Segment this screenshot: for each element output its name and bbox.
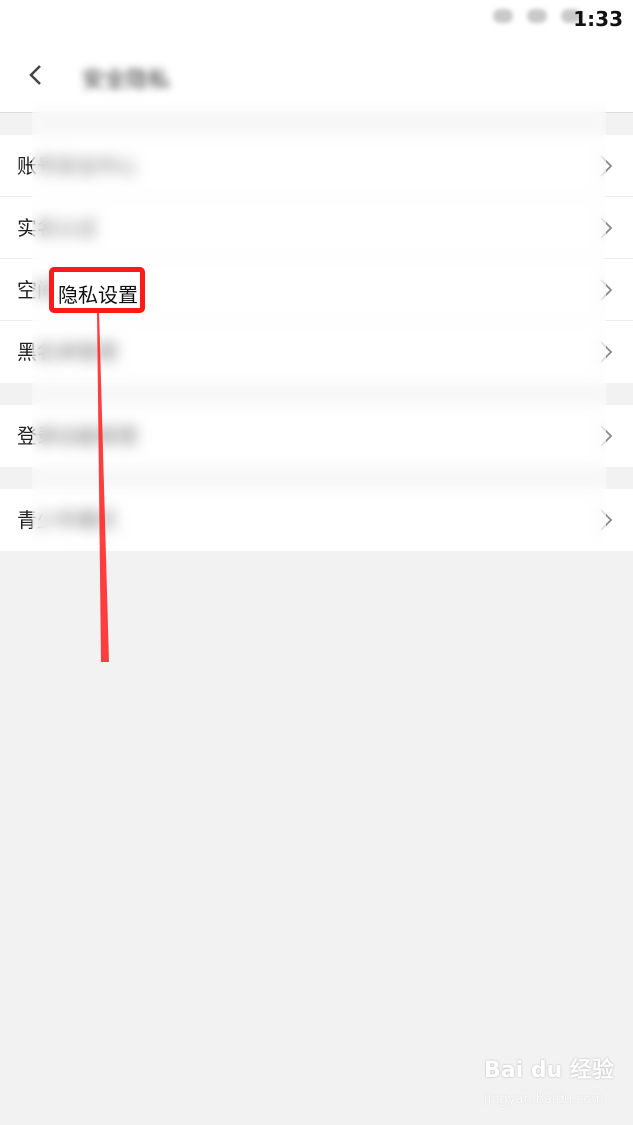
annotation-highlight-box: 隐私设置 bbox=[49, 267, 145, 313]
settings-item-label: 实名认证 bbox=[17, 216, 97, 240]
settings-item-account-security[interactable]: 账号安全中心 bbox=[0, 135, 633, 197]
status-icons bbox=[493, 9, 581, 23]
chevron-right-icon bbox=[600, 509, 613, 531]
wifi-icon bbox=[493, 9, 513, 23]
settings-group-account: 账号安全中心 实名认证 空间隐私设置 黑名单管理 bbox=[0, 135, 633, 383]
settings-item-blacklist[interactable]: 黑名单管理 bbox=[0, 321, 633, 383]
settings-item-label: 登录设备管理 bbox=[17, 424, 137, 448]
chevron-right-icon bbox=[600, 279, 613, 301]
back-arrow-icon[interactable] bbox=[22, 60, 52, 90]
watermark-logo-text: Bai du 经验 bbox=[484, 1058, 614, 1083]
chevron-right-icon bbox=[600, 425, 613, 447]
settings-item-youth-mode[interactable]: 青少年模式 bbox=[0, 489, 633, 551]
chevron-right-icon bbox=[600, 341, 613, 363]
baidu-watermark: Bai du 经验 jingyan.baidu.com bbox=[484, 1052, 624, 1112]
annotation-highlight-text: 隐私设置 bbox=[58, 283, 138, 307]
app-header: 安全隐私 bbox=[0, 40, 633, 113]
chevron-right-icon bbox=[600, 155, 613, 177]
settings-item-real-name[interactable]: 实名认证 bbox=[0, 197, 633, 259]
chevron-right-icon bbox=[600, 217, 613, 239]
section-gap bbox=[0, 113, 633, 135]
page-title: 安全隐私 bbox=[82, 68, 171, 93]
watermark-url: jingyan.baidu.com bbox=[484, 1092, 604, 1107]
status-bar: 1:33 bbox=[0, 0, 633, 40]
settings-item-label: 账号安全中心 bbox=[17, 154, 137, 178]
settings-group-devices: 登录设备管理 bbox=[0, 405, 633, 467]
annotation-arrow bbox=[97, 310, 109, 662]
status-time: 1:33 bbox=[573, 7, 623, 31]
settings-group-youth: 青少年模式 bbox=[0, 489, 633, 551]
settings-item-login-devices[interactable]: 登录设备管理 bbox=[0, 405, 633, 467]
signal-icon bbox=[527, 9, 547, 23]
